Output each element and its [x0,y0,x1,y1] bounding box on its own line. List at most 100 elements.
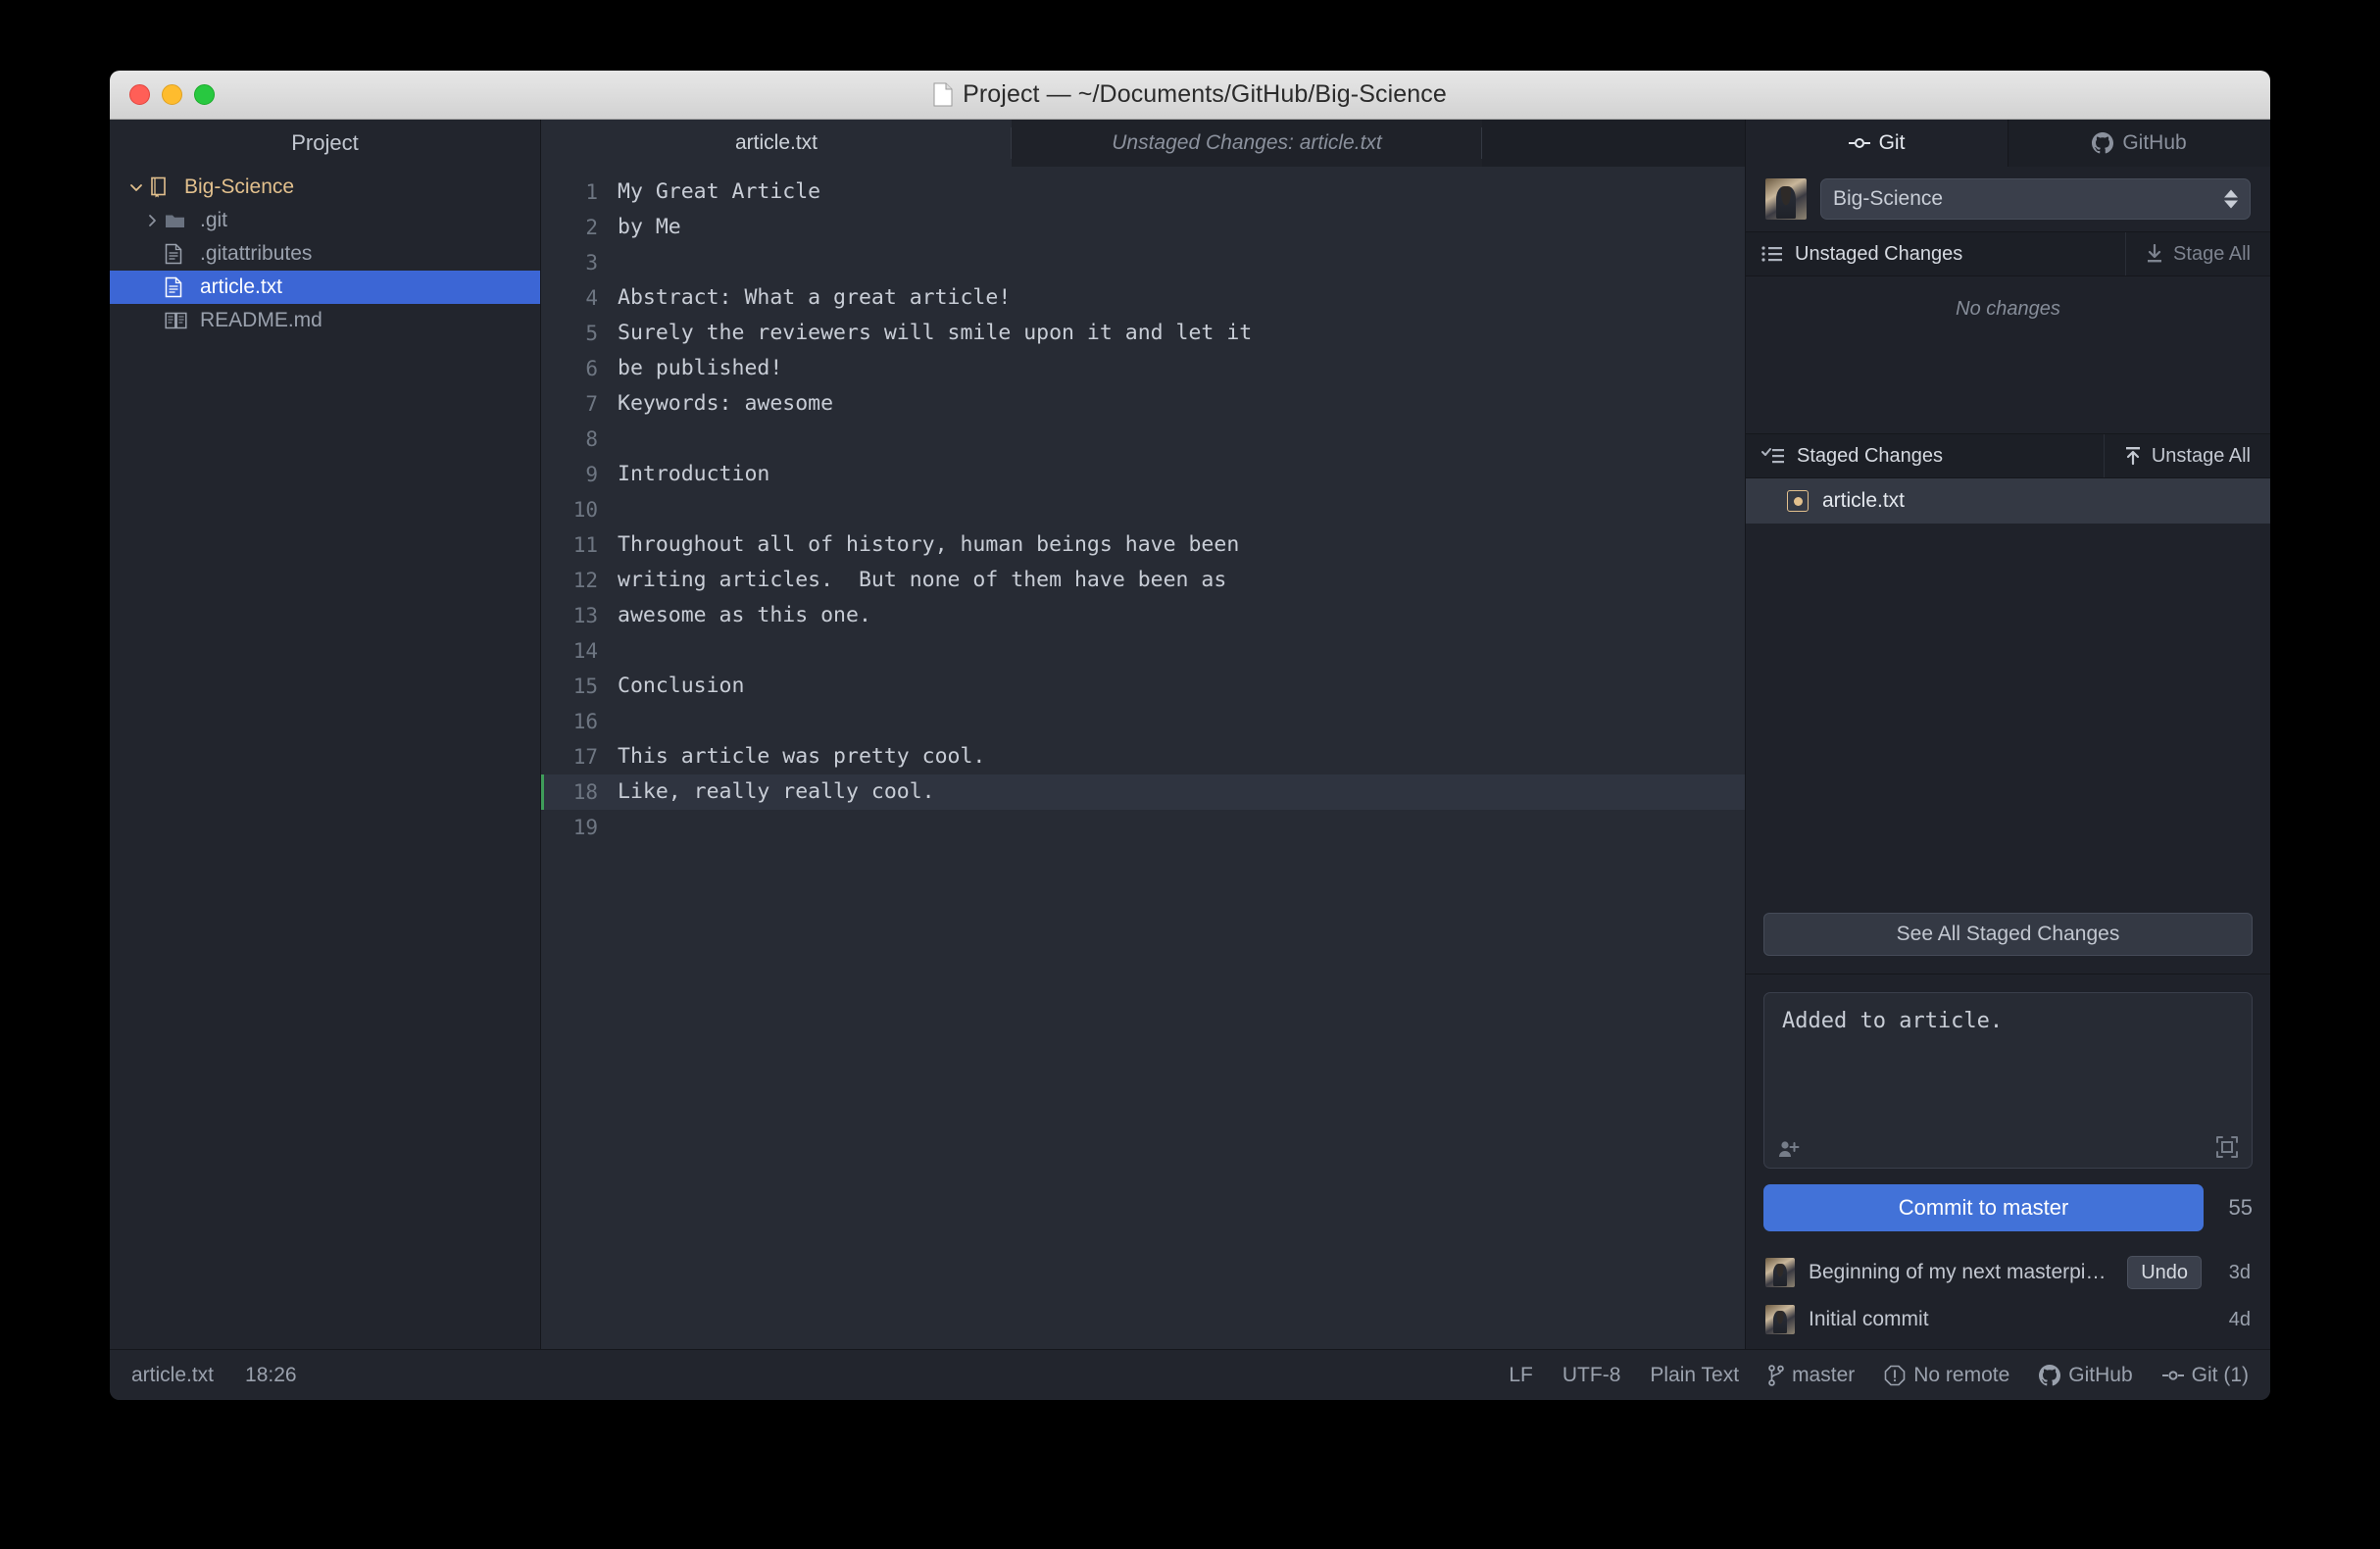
line-number: 1 [585,180,598,204]
editor-line-active[interactable]: 18 Like, really really cool. [541,774,1745,810]
commit-message-input[interactable]: Added to article. [1763,992,2253,1169]
section-title: Unstaged Changes [1795,242,1963,265]
window-controls [129,84,215,105]
editor-line: 6 be published! [541,351,1745,386]
tab-article-txt[interactable]: article.txt [541,120,1012,167]
chevron-right-icon[interactable] [139,213,165,228]
tab-label: GitHub [2122,131,2187,154]
zoom-window-button[interactable] [194,84,215,105]
status-line-ending[interactable]: LF [1509,1364,1533,1387]
remote-label: No remote [1913,1363,2010,1386]
tab-unstaged-changes-article-txt[interactable]: Unstaged Changes: article.txt [1012,120,1482,167]
tree-item-readme-md[interactable]: README.md [110,304,540,337]
line-text: Abstract: What a great article! [618,285,1012,310]
stepper-arrows-icon[interactable] [2224,189,2238,209]
line-text: by Me [618,215,681,239]
unstage-all-button[interactable]: Unstage All [2103,434,2270,477]
title-bar: Project — ~/Documents/GitHub/Big-Science [110,71,2270,120]
staged-changes-title-group: Staged Changes [1746,434,2104,477]
repository-select[interactable]: Big-Science [1820,178,2251,220]
editor-line: 9 Introduction [541,457,1745,492]
staged-file-row[interactable]: article.txt [1746,478,2270,524]
see-all-staged-changes-button[interactable]: See All Staged Changes [1763,913,2253,956]
download-icon [2146,244,2163,264]
line-number: 9 [585,463,598,486]
book-icon [149,176,182,198]
status-git[interactable]: Git (1) [2161,1364,2249,1387]
title-bar-center: Project — ~/Documents/GitHub/Big-Science [110,80,2270,109]
status-branch[interactable]: master [1768,1364,1855,1387]
staged-changes-header: Staged Changes Unstage All [1746,433,2270,478]
line-number: 2 [585,216,598,239]
unstage-all-label: Unstage All [2151,444,2251,467]
chevron-down-icon[interactable] [124,179,149,195]
modified-status-icon [1787,490,1809,512]
empty-state-text: No changes [1956,298,2060,320]
readme-icon [165,311,198,330]
commit-history-row[interactable]: Initial commit 4d [1746,1296,2270,1343]
commit-message: Beginning of my next masterpie… [1809,1261,2114,1283]
tree-item-big-science[interactable]: Big-Science [110,171,540,204]
tree-item-git[interactable]: .git [110,204,540,237]
tree-item-article-txt[interactable]: article.txt [110,271,540,304]
undo-commit-button[interactable]: Undo [2127,1256,2202,1289]
line-number: 10 [572,498,598,522]
repository-selector-row: Big-Science [1746,167,2270,231]
file-text-icon [165,243,198,265]
github-icon [2039,1364,2061,1386]
editor-line: 11 Throughout all of history, human being… [541,527,1745,563]
editor-line: 2 by Me [541,210,1745,245]
tree-item-label: .git [200,209,228,231]
commit-area: Added to article. Commit to master 55 [1746,974,2270,1249]
commit-age: 3d [2228,1261,2251,1283]
upload-icon [2124,446,2142,466]
status-remote[interactable]: No remote [1884,1364,2009,1387]
status-file-name: article.txt [131,1363,215,1386]
line-text: writing articles. But none of them have … [618,568,1227,592]
branch-icon [1768,1364,1784,1386]
git-commit-icon [2161,1368,2184,1383]
commit-row: Commit to master 55 [1763,1184,2253,1231]
status-syntax-mode[interactable]: Plain Text [1650,1364,1739,1387]
line-text: awesome as this one. [618,603,871,627]
git-panel: Git GitHub Big-Science Unstaged Changes … [1745,120,2270,1349]
editor-line: 5 Surely the reviewers will smile upon it… [541,316,1745,351]
staged-changes-list: article.txt [1746,478,2270,899]
sidebar-header: Project [110,120,540,167]
tab-git[interactable]: Git [1746,120,2008,167]
line-text: be published! [618,356,783,380]
editor-line: 8 [541,422,1745,457]
status-github[interactable]: GitHub [2039,1363,2133,1387]
minimize-window-button[interactable] [162,84,182,105]
commit-to-master-button[interactable]: Commit to master [1763,1184,2204,1231]
tab-github[interactable]: GitHub [2008,120,2270,167]
line-number: 13 [572,604,598,627]
stage-all-button[interactable]: Stage All [2125,232,2270,275]
expand-icon[interactable] [2216,1136,2238,1158]
tree-item-gitattributes[interactable]: .gitattributes [110,237,540,271]
tree-item-label: Big-Science [184,175,295,198]
line-number: 12 [572,569,598,592]
commit-message-text: Added to article. [1782,1009,2004,1033]
editor-tab-bar: article.txt Unstaged Changes: article.tx… [541,120,1745,167]
github-label: GitHub [2068,1363,2133,1386]
file-tree: Big-Science .git .gitattributes article.… [110,167,540,337]
add-person-icon[interactable] [1778,1140,1800,1158]
branch-name: master [1792,1363,1856,1386]
status-encoding[interactable]: UTF-8 [1562,1364,1621,1387]
line-text: Surely the reviewers will smile upon it … [618,321,1253,345]
editor-line: 16 [541,704,1745,739]
tab-bar-filler [1482,120,1745,167]
code-editor[interactable]: 1 My Great Article 2 by Me 3 4 Abstract: Wh… [541,167,1745,1349]
commit-history-row[interactable]: Beginning of my next masterpie… Undo 3d [1746,1249,2270,1296]
line-number: 11 [572,533,598,557]
character-counter: 55 [2228,1195,2253,1220]
tab-label: article.txt [734,131,818,154]
editor-line: 15 Conclusion [541,669,1745,704]
commit-history: Beginning of my next masterpie… Undo 3d … [1746,1249,2270,1349]
tab-label: Unstaged Changes: article.txt [1112,131,1382,154]
status-cursor-position[interactable]: 18:26 [245,1364,297,1387]
close-window-button[interactable] [129,84,150,105]
line-number: 16 [572,710,598,733]
line-number: 5 [585,322,598,345]
